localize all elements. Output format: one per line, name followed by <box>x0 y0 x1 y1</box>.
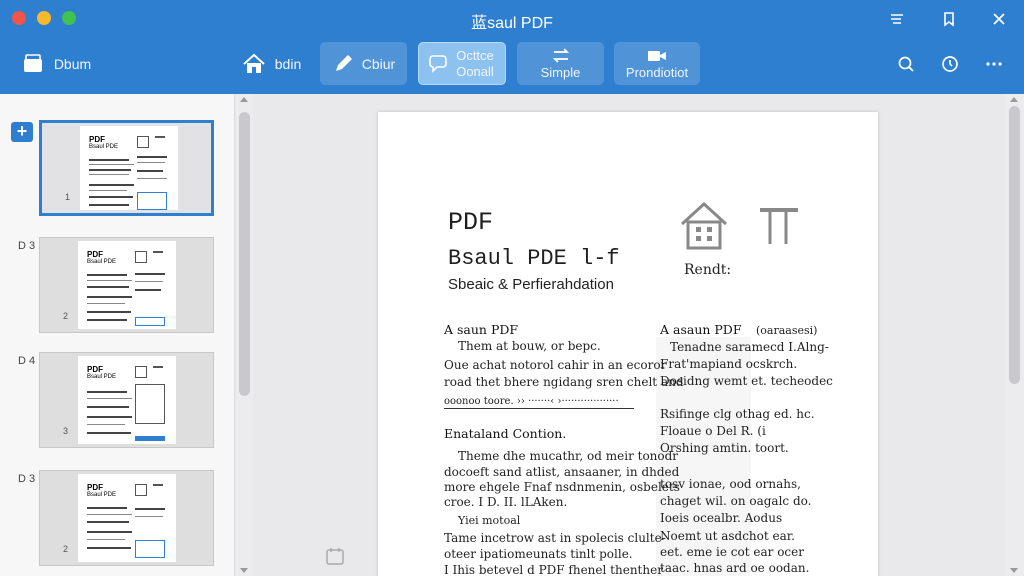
right-heading-note: (oaraasesi) <box>756 324 818 337</box>
right-heading: A asaun PDF <box>660 322 742 337</box>
thumbnail-page: PDF Bsaul PDE <box>78 474 176 562</box>
edit-button[interactable]: Cbiur <box>320 42 407 85</box>
sidebar-scroll-thumb[interactable] <box>239 112 250 396</box>
sidebar-scrollbar[interactable] <box>236 94 253 576</box>
left-para1-line2: road thet bhere ngidang sren chelt and <box>444 375 684 389</box>
annotate-tab[interactable]: Octtce Oonall <box>418 42 506 85</box>
home-label: bdin <box>274 55 302 72</box>
annotate-label-1: Octtce <box>456 47 494 63</box>
open-button[interactable]: Dbum <box>16 42 96 85</box>
minimize-window-button[interactable] <box>37 11 51 25</box>
left-para2-line1: Theme dhe mucathr, od meir tonodr <box>458 449 679 463</box>
presentation-label: Prondiotiot <box>625 65 689 80</box>
thumbnail-page: PDF Bsaul PDE <box>78 241 176 329</box>
menu-icon[interactable] <box>886 8 908 30</box>
document-scrollbar[interactable] <box>1005 94 1024 576</box>
calendar-icon[interactable] <box>325 546 345 566</box>
right-line-9: Ioeis ocealbr. Aodus <box>660 511 783 525</box>
right-line-8: chaget wil. on oagalc do. <box>660 494 812 508</box>
right-line-12: taac. hnas ard oe oodan. <box>660 561 810 575</box>
thumb-title: PDF <box>87 365 103 374</box>
right-line-2: Frat'mapiand ocskrch. <box>660 357 798 371</box>
video-icon <box>648 51 666 61</box>
maximize-window-button[interactable] <box>62 11 76 25</box>
thumb-title: PDF <box>87 250 103 259</box>
title-toolbar: 蓝saul PDF Dbum bdin Cbiur Octtce Oonall … <box>0 0 1024 94</box>
thumb-side-label: D 3 <box>18 473 36 485</box>
thumb-number: 1 <box>65 192 71 202</box>
folder-icon <box>23 53 42 72</box>
left-heading-2: Enataland Contion. <box>444 426 567 441</box>
page-thumbnail[interactable]: PDF Bsaul PDE 3 <box>39 352 214 448</box>
document-scroll-thumb[interactable] <box>1009 106 1020 384</box>
more-icon[interactable] <box>983 53 1005 75</box>
left-para3-line2: oteer ipatiomeunats tinlt polle. <box>444 547 633 561</box>
timer-icon[interactable] <box>939 53 961 75</box>
page-thumbnail[interactable]: PDF Bsaul PDE 1 <box>39 120 214 216</box>
annotate-label-2: Oonall <box>456 63 494 79</box>
thumb-number: 2 <box>63 544 69 554</box>
right-line-4: Rsifinge clg othag ed. hc. <box>660 407 815 421</box>
thumb-subtitle: Bsaul PDE <box>87 259 117 265</box>
right-line-10: Noemt ut asdchot ear. <box>660 529 795 543</box>
left-para1-line1: Oue achat notorol cahir in an ecoror <box>444 358 667 372</box>
doc-subtitle: Sbeaic & Perfierahdation <box>448 276 614 293</box>
document-viewer: PDF Bsaul PDE l-f Sbeaic & Perfierahdati… <box>253 94 1005 576</box>
thumb-side-label: D 3 <box>18 240 36 252</box>
right-line-3: Dosidng wemt et. techeodec <box>660 374 833 388</box>
window-title: 蓝saul PDF <box>471 15 553 32</box>
pencil-icon <box>335 54 352 71</box>
bookmark-icon[interactable] <box>938 8 960 30</box>
home-icon <box>243 53 265 73</box>
thumb-subtitle: Bsaul PDE <box>87 374 117 380</box>
annotate-icon <box>429 55 447 73</box>
search-icon[interactable] <box>895 53 917 75</box>
thumb-number: 3 <box>63 426 69 436</box>
left-note: Yiei motoal <box>458 514 521 527</box>
thumb-title: PDF <box>87 483 103 492</box>
right-line-1: Tenadne saramecd I.Alng- <box>670 340 829 354</box>
doc-heading: PDF <box>448 208 494 237</box>
home-logo-icon <box>680 201 728 250</box>
thumbnail-page: PDF Bsaul PDE <box>78 356 176 444</box>
page-thumbnail[interactable]: PDF Bsaul PDE 2 <box>39 237 214 333</box>
left-para3-line3: I Ihis betevel d PDF fhenel thenther <box>444 563 663 576</box>
convert-button[interactable]: Simple <box>517 42 604 85</box>
thumb-subtitle: Bsaul PDE <box>87 492 117 498</box>
thumb-number: 2 <box>63 311 69 321</box>
edit-label: Cbiur <box>361 55 396 72</box>
presentation-button[interactable]: Prondiotiot <box>614 42 700 85</box>
convert-label: Simple <box>540 65 581 80</box>
page-thumbnail[interactable]: PDF Bsaul PDE 2 <box>39 470 214 566</box>
divider-rule <box>444 408 634 409</box>
left-heading-1: A saun PDF <box>444 322 519 337</box>
doc-title: Bsaul PDE l-f <box>448 246 620 271</box>
home-button[interactable]: bdin <box>236 42 306 85</box>
thumb-side-label: D 4 <box>18 355 36 367</box>
thumbnail-page: PDF Bsaul PDE <box>80 126 178 210</box>
right-line-11: eet. eme ie cot ear ocer <box>660 545 804 559</box>
logo-caption: Rendt: <box>684 262 732 278</box>
right-line-7: tosv ionae, ood ornahs, <box>660 477 801 491</box>
right-line-6: Orshing amtin. toort. <box>660 441 789 455</box>
left-intro: Them at bouw, or bepc. <box>458 339 601 353</box>
close-window-button[interactable] <box>12 11 26 25</box>
add-page-button[interactable]: + <box>11 122 33 142</box>
open-label: Dbum <box>53 55 92 72</box>
right-line-5: Floaue o Del R. (i <box>660 424 766 438</box>
text-tool-icon <box>760 208 798 244</box>
left-para2-line4: croe. I D. II. lLAken. <box>444 495 568 509</box>
pdf-page[interactable]: PDF Bsaul PDE l-f Sbeaic & Perfierahdati… <box>378 112 878 576</box>
thumb-subtitle: Bsaul PDE <box>89 144 119 150</box>
left-para3-line1: Tame incetrow ast in spolecis clulte- <box>444 531 666 545</box>
close-icon[interactable] <box>988 8 1010 30</box>
convert-icon <box>552 48 569 63</box>
thumb-title: PDF <box>89 135 105 144</box>
